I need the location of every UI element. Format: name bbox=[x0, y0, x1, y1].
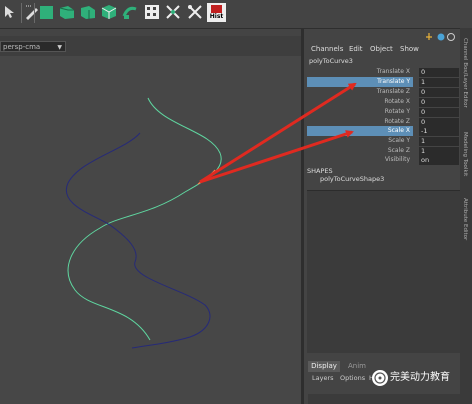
annotation-overlay bbox=[199, 82, 357, 184]
watermark-text: 完美动力教育 bbox=[390, 372, 450, 383]
tab-display[interactable]: Display bbox=[308, 361, 340, 372]
right-tab-strip: Channel Box/Layer Editor Modeling Toolki… bbox=[460, 28, 472, 404]
annotation-arrow-translate-y bbox=[199, 82, 357, 184]
tab-channel-box-layer-editor[interactable]: Channel Box/Layer Editor bbox=[462, 38, 468, 108]
watermark-logo-icon bbox=[372, 370, 388, 386]
tab-modeling-toolkit[interactable]: Modeling Toolkit bbox=[462, 132, 468, 176]
annotation-arrow-scale-x bbox=[199, 130, 354, 184]
tab-anim[interactable]: Anim bbox=[348, 361, 366, 372]
menu-options[interactable]: Options bbox=[340, 374, 365, 382]
layer-list bbox=[308, 394, 460, 404]
menu-layers[interactable]: Layers bbox=[312, 374, 334, 382]
tab-attribute-editor[interactable]: Attribute Editor bbox=[462, 198, 468, 240]
